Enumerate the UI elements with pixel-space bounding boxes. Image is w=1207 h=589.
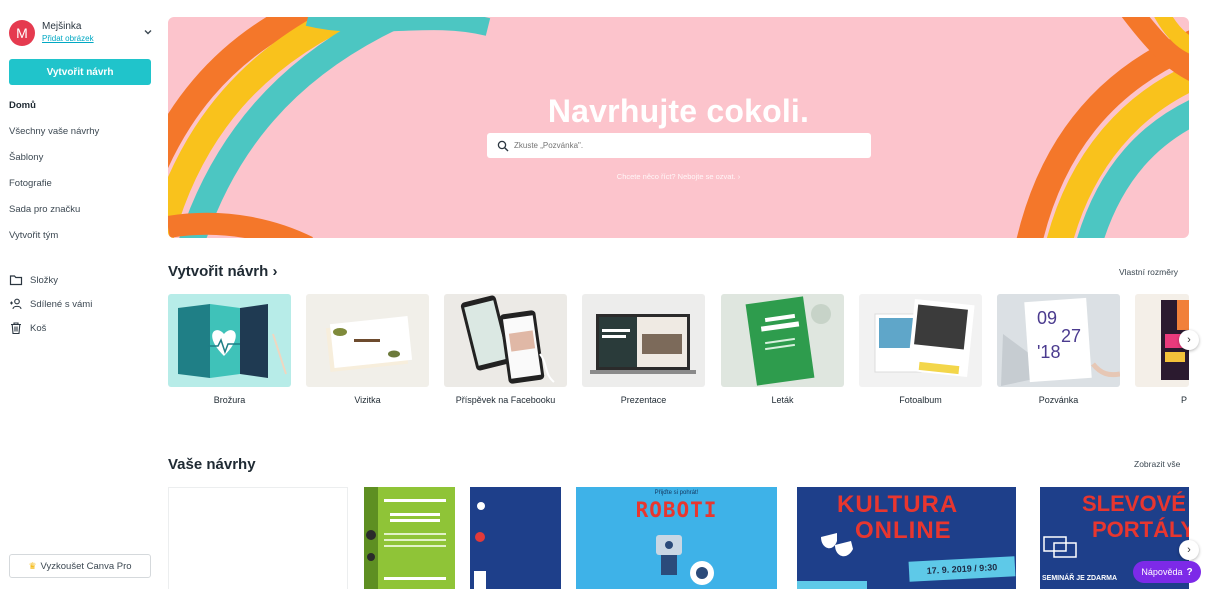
design-card-film-club[interactable]	[364, 487, 455, 589]
question-icon: ?	[1186, 566, 1193, 578]
robot-illustration	[656, 535, 714, 585]
template-label: Fotoalbum	[899, 395, 942, 405]
sidebar-item-folders[interactable]: Složky	[9, 268, 92, 292]
custom-size-link[interactable]: Vlastní rozměry	[1119, 267, 1178, 277]
svg-text:'18: '18	[1037, 342, 1060, 362]
hero-search-box[interactable]	[487, 133, 871, 158]
templates-next-button[interactable]: ›	[1179, 330, 1199, 350]
your-designs-heading: Vaše návrhy	[168, 456, 256, 473]
template-label: P	[1180, 395, 1187, 405]
add-photo-link[interactable]: Přidat obrázek	[42, 33, 94, 45]
template-label: Pozvánka	[1038, 395, 1079, 405]
photo-album-thumbnail	[874, 299, 975, 377]
blue-poster-thumbnail	[474, 502, 486, 589]
presentation-thumbnail	[590, 314, 696, 374]
hero-banner: Navrhujte cokoli. Chcete něco říct? Nebo…	[168, 17, 1189, 238]
help-label: Nápověda	[1141, 567, 1183, 577]
create-design-button[interactable]: Vytvořit návrh	[9, 59, 151, 85]
template-brochure[interactable]	[168, 294, 291, 387]
brochure-thumbnail	[178, 304, 287, 378]
sidebar-item-shared[interactable]: Sdílené s vámi	[9, 292, 92, 316]
account-name: Mejšinka	[42, 21, 82, 32]
crown-icon: ♛	[28, 560, 37, 571]
sidebar-item-brand-kit[interactable]: Sada pro značku	[9, 203, 99, 229]
search-input[interactable]	[514, 141, 844, 150]
help-button[interactable]: Nápověda ?	[1133, 561, 1201, 583]
template-facebook-post[interactable]	[444, 294, 567, 387]
sidebar-item-trash[interactable]: Koš	[9, 316, 92, 340]
chevron-right-icon: ›	[1187, 334, 1191, 346]
sidebar-item-all-designs[interactable]: Všechny vaše návrhy	[9, 125, 99, 151]
try-pro-label: Vyzkoušet Canva Pro	[40, 560, 132, 572]
sidebar-item-label: Složky	[30, 274, 58, 286]
sidebar-item-create-team[interactable]: Vytvořit tým	[9, 229, 99, 255]
shared-users-icon	[10, 298, 22, 310]
trash-icon	[11, 322, 21, 335]
designs-next-button[interactable]: ›	[1179, 540, 1199, 560]
template-business-card[interactable]	[306, 294, 429, 387]
sidebar-item-label: Sdílené s vámi	[30, 298, 93, 310]
search-icon	[497, 140, 509, 151]
svg-text:09: 09	[1037, 308, 1057, 328]
hero-title: Navrhujte cokoli.	[547, 93, 810, 129]
template-presentation[interactable]	[582, 294, 705, 387]
template-label: Vizitka	[354, 395, 381, 405]
chevron-right-icon: ›	[1187, 544, 1191, 556]
design-card-blue-poster[interactable]	[470, 487, 561, 589]
svg-text:27: 27	[1061, 326, 1081, 346]
avatar[interactable]: M	[9, 20, 35, 46]
account-switcher[interactable]: M Mejšinka Přidat obrázek	[9, 18, 154, 48]
template-label: Brožura	[213, 395, 246, 405]
template-label: Leták	[771, 395, 794, 405]
show-all-link[interactable]: Zobrazit vše	[1134, 459, 1180, 469]
design-card-robots[interactable]: Přijďte si pohrát! ROBOTI	[576, 487, 777, 589]
try-canva-pro-button[interactable]: ♛ Vyzkoušet Canva Pro	[9, 554, 151, 578]
design-card-kultura-online[interactable]: KULTURA ONLINE 17. 9. 2019 / 9:30	[797, 487, 1016, 589]
feedback-link[interactable]: Chcete něco říct? Nebojte se ozvat. ›	[168, 172, 1189, 181]
template-label: Příspěvek na Facebooku	[455, 395, 556, 405]
template-invitation[interactable]: 09 27 '18	[997, 294, 1120, 387]
folder-icon	[9, 275, 23, 286]
sidebar: M Mejšinka Přidat obrázek Vytvořit návrh…	[0, 0, 160, 589]
invitation-thumbnail: 09 27 '18	[1001, 297, 1120, 386]
sidebar-item-photos[interactable]: Fotografie	[9, 177, 99, 203]
sidebar-item-home[interactable]: Domů	[9, 99, 99, 125]
flyer-thumbnail	[745, 296, 831, 386]
sidebar-item-templates[interactable]: Šablony	[9, 151, 99, 177]
facebook-post-thumbnail	[460, 295, 555, 384]
template-photo-album[interactable]	[859, 294, 982, 387]
template-label: Prezentace	[620, 395, 667, 405]
film-club-thumbnail	[364, 487, 446, 589]
sidebar-folders: Složky Sdílené s vámi Koš	[9, 268, 92, 340]
design-card-blank[interactable]	[168, 487, 348, 589]
slevove-subtitle: SEMINÁŘ JE ZDARMA	[1042, 575, 1118, 582]
create-design-heading[interactable]: Vytvořit návrh ›	[168, 263, 277, 280]
chevron-down-icon[interactable]	[142, 26, 154, 38]
business-card-thumbnail	[325, 316, 413, 372]
sidebar-nav: Domů Všechny vaše návrhy Šablony Fotogra…	[9, 99, 99, 255]
template-flyer[interactable]	[721, 294, 844, 387]
sidebar-item-label: Koš	[30, 322, 47, 334]
